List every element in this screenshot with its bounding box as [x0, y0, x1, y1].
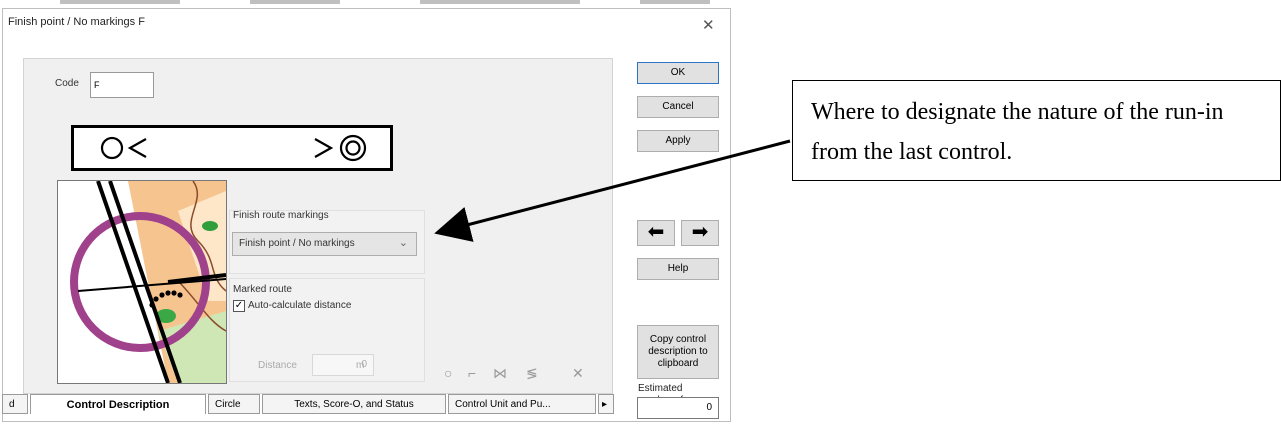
- callout-arrow: [434, 139, 791, 242]
- annotation-callout: Where to designate the nature of the run…: [792, 80, 1281, 181]
